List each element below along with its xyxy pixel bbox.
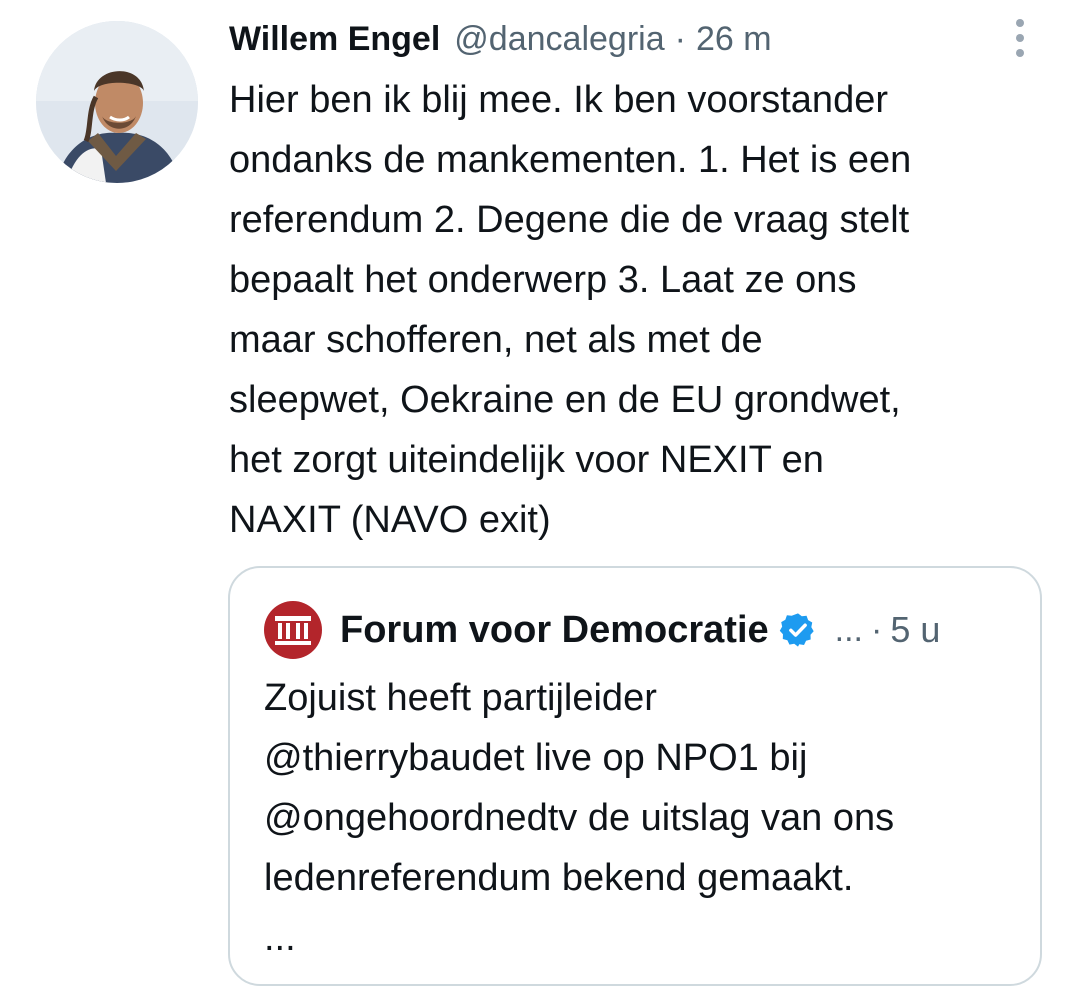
quoted-text-line: Zojuist heeft partijleider — [264, 677, 657, 719]
quoted-author-display-name[interactable]: Forum voor Democratie — [340, 609, 769, 652]
tweet-text: Hier ben ik blij mee. Ik ben voorstander… — [229, 70, 1039, 550]
quoted-header-separator: · — [871, 610, 883, 649]
tweet-text-line: maar schofferen, net als met de — [229, 319, 763, 361]
quoted-tweet-timestamp[interactable]: 5 u — [890, 609, 940, 651]
quoted-text-line: ledenreferendum bekend gemaakt. — [264, 857, 854, 899]
quoted-author-handle[interactable]: ... — [835, 611, 863, 650]
avatar-photo — [36, 21, 198, 183]
author-avatar[interactable] — [36, 21, 198, 183]
building-icon — [275, 616, 311, 645]
verified-badge-icon — [779, 613, 814, 647]
tweet-text-line: referendum 2. Degene die de vraag stelt — [229, 199, 910, 241]
quoted-text-line: @ongehoordnedtv de uitslag van ons — [264, 797, 895, 839]
more-dot — [1016, 34, 1024, 42]
tweet-text-line: sleepwet, Oekraine en de EU grondwet, — [229, 379, 901, 421]
tweet-text-line: NAXIT (NAVO exit) — [229, 499, 551, 541]
tweet-header: Willem Engel @dancalegria · 26 m — [229, 16, 772, 62]
more-dot — [1016, 19, 1024, 27]
tweet-text-line: ondanks de mankementen. 1. Het is een — [229, 139, 912, 181]
quoted-text-line: @thierrybaudet live op NPO1 bij — [264, 737, 808, 779]
quoted-tweet-text: Zojuist heeft partijleider @thierrybaude… — [264, 668, 1024, 968]
author-handle[interactable]: @dancalegria — [454, 20, 664, 59]
quoted-text-line: ... — [264, 917, 296, 959]
tweet[interactable]: Willem Engel @dancalegria · 26 m Hier be… — [0, 0, 1080, 986]
more-dot — [1016, 49, 1024, 57]
author-display-name[interactable]: Willem Engel — [229, 20, 440, 59]
tweet-text-line: het zorgt uiteindelijk voor NEXIT en — [229, 439, 824, 481]
tweet-text-line: bepaalt het onderwerp 3. Laat ze ons — [229, 259, 857, 301]
tweet-timestamp[interactable]: 26 m — [696, 20, 772, 59]
header-separator: · — [674, 19, 686, 58]
quoted-tweet-card[interactable]: Forum voor Democratie ... · 5 u Zojuist … — [228, 566, 1042, 986]
more-vertical-icon[interactable] — [1004, 14, 1036, 62]
fvd-logo-icon[interactable] — [264, 601, 322, 659]
quoted-tweet-header: Forum voor Democratie ... · 5 u — [264, 600, 940, 660]
tweet-text-line: Hier ben ik blij mee. Ik ben voorstander — [229, 79, 888, 121]
